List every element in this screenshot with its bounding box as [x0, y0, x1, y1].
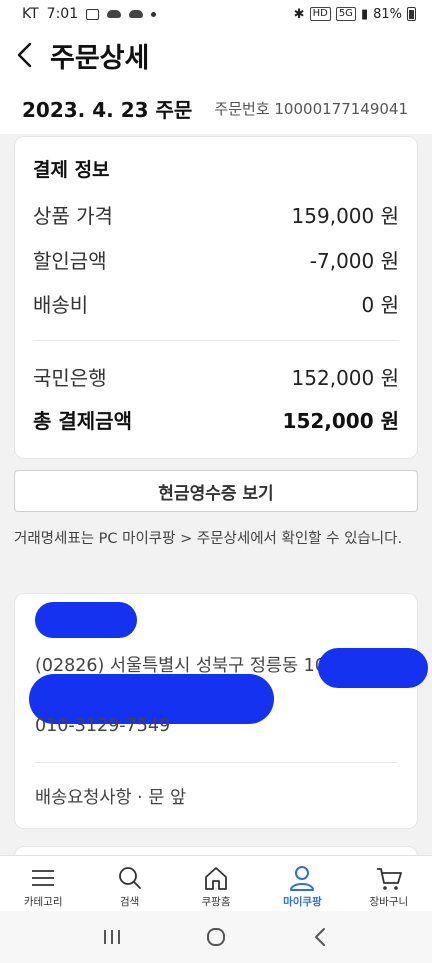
payment-row-total: 총 결제금액 152,000 원	[33, 404, 399, 434]
payment-total-value: 152,000 원	[282, 408, 399, 433]
gallery-icon	[86, 8, 100, 20]
carrier-label: KT	[22, 6, 39, 22]
order-date: 2023. 4. 23 주문	[22, 97, 193, 122]
payment-row-bank: 국민은행 152,000 원	[33, 361, 399, 391]
back-button[interactable]	[0, 28, 50, 82]
nav-label: 마이쿠팡	[283, 896, 322, 908]
payment-divider	[33, 340, 399, 341]
payment-info-card: 결제 정보 상품 가격 159,000 원 할인금액 -7,000 원 배송비 …	[14, 136, 418, 459]
payment-row-value: -7,000 원	[309, 248, 399, 273]
payment-row-value: 159,000 원	[291, 203, 399, 228]
page-title: 주문상세	[50, 42, 150, 74]
payment-info-title: 결제 정보	[33, 159, 110, 181]
redaction-mark	[318, 648, 428, 688]
statement-notice: 거래명세표는 PC 마이쿠팡 > 주문상세에서 확인할 수 있습니다.	[14, 531, 403, 547]
payment-row-value: 152,000 원	[291, 365, 399, 390]
bluetooth-icon: ✱	[293, 6, 305, 22]
redaction-mark	[35, 602, 137, 638]
status-bar: KT 7:01 ✱ HD 5G ▮ 81%	[0, 0, 432, 28]
nav-label: 검색	[119, 896, 140, 908]
signal-icon: ▮	[360, 6, 369, 22]
shipping-address-card: 무슨 (02826) 서울특별시 성북구 정릉동 10 010-3129-754…	[14, 593, 428, 829]
back-arrow-icon	[315, 928, 325, 946]
battery-percent: 81%	[373, 6, 402, 22]
recent-apps-button[interactable]	[92, 922, 132, 952]
nav-label: 카테고리	[23, 896, 63, 908]
message-icon	[107, 10, 122, 18]
home-circle-icon	[207, 928, 225, 946]
nav-cart[interactable]: 장바구니	[346, 856, 432, 911]
payment-row-label: 배송비	[33, 292, 89, 317]
cash-receipt-button[interactable]: 현금영수증 보기	[14, 470, 418, 512]
order-number: 주문번호 10000177149041	[214, 99, 408, 118]
cart-icon	[376, 868, 402, 890]
payment-row-discount: 할인금액 -7,000 원	[33, 244, 399, 274]
phone-number: 010-3129-7549	[35, 716, 171, 736]
header: 주문상세	[0, 28, 432, 82]
hd-badge: HD	[309, 7, 331, 21]
notification-dot-icon	[151, 11, 157, 17]
home-icon	[205, 867, 227, 890]
nav-search[interactable]: 검색	[86, 856, 172, 911]
nav-my-coupang[interactable]: 마이쿠팡	[259, 856, 345, 911]
system-back-button[interactable]	[300, 922, 340, 952]
system-nav-bar	[0, 911, 432, 963]
nav-category[interactable]: 카테고리	[0, 856, 86, 911]
nav-home[interactable]: 쿠팡홈	[173, 856, 259, 911]
payment-row-value: 0 원	[361, 292, 399, 317]
order-summary-bar: 2023. 4. 23 주문 주문번호 10000177149041	[0, 82, 432, 134]
home-button[interactable]	[196, 922, 236, 952]
bottom-nav: 카테고리 검색 쿠팡홈 마이쿠팡 장바구니	[0, 855, 432, 911]
user-icon	[290, 866, 315, 891]
recent-apps-icon	[104, 930, 120, 944]
address-divider	[35, 762, 397, 763]
payment-row-label: 할인금액	[33, 248, 107, 273]
nav-label: 장바구니	[369, 896, 409, 908]
payment-row-label: 상품 가격	[33, 203, 113, 228]
payment-row-label: 국민은행	[33, 365, 107, 390]
payment-row-shipping: 배송비 0 원	[33, 288, 399, 318]
payment-row-product-price: 상품 가격 159,000 원	[33, 199, 399, 229]
menu-icon	[32, 870, 55, 886]
payment-total-label: 총 결제금액	[33, 408, 132, 433]
clock: 7:01	[46, 6, 79, 22]
network-badge: 5G	[335, 7, 356, 21]
chevron-left-icon	[17, 42, 32, 68]
search-icon	[118, 867, 141, 889]
delivery-request: 배송요청사항 · 문 앞	[35, 788, 187, 808]
cloud-icon	[129, 10, 144, 18]
nav-label: 쿠팡홈	[201, 896, 231, 908]
battery-icon	[407, 7, 416, 21]
